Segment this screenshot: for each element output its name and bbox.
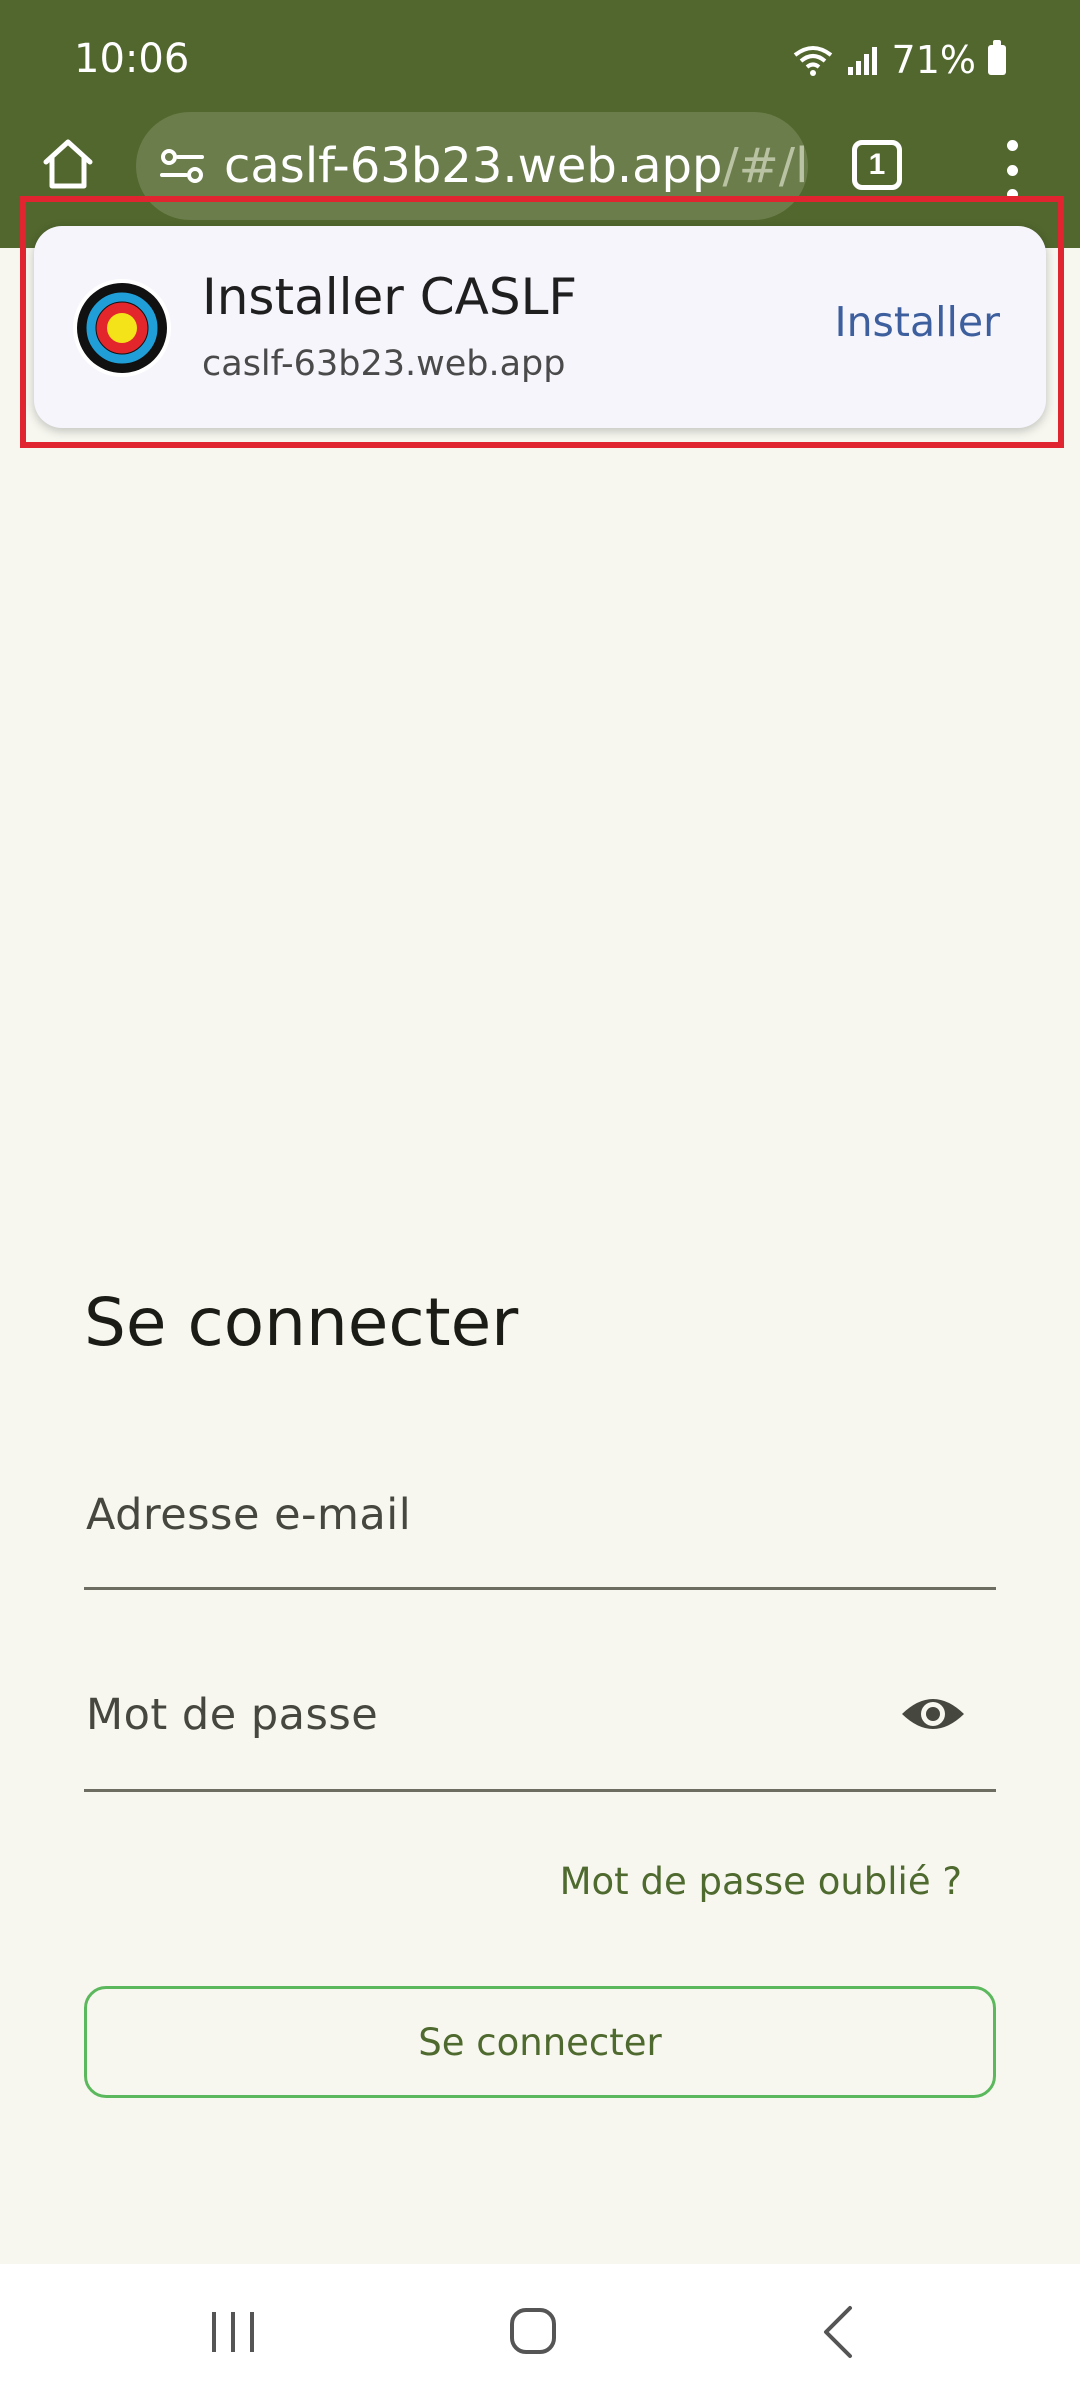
target-logo-icon	[73, 279, 171, 377]
install-app-banner: Installer CASLF caslf-63b23.web.app Inst…	[34, 226, 1046, 428]
password-label: Mot de passe	[86, 1690, 379, 1740]
install-subtitle: caslf-63b23.web.app	[202, 344, 566, 384]
page-title: Se connecter	[84, 1284, 519, 1361]
home-button[interactable]	[38, 134, 98, 194]
url-path: /#/l	[722, 138, 809, 194]
signal-icon	[847, 47, 877, 75]
site-settings-icon[interactable]	[158, 142, 206, 190]
wifi-icon	[793, 46, 832, 76]
email-field[interactable]: Adresse e-mail	[84, 1470, 996, 1590]
menu-dot	[1006, 189, 1018, 200]
url-domain: caslf-63b23.web.app	[224, 138, 723, 194]
install-title: Installer CASLF	[202, 268, 578, 326]
tab-switcher-button[interactable]: 1	[852, 140, 902, 190]
home-icon	[43, 139, 93, 189]
menu-dot	[1006, 140, 1018, 151]
browser-toolbar: 10:06 71% caslf-63b23.web.app/#/l 1	[0, 0, 1080, 248]
eye-icon[interactable]	[900, 1692, 966, 1736]
forgot-password-link[interactable]: Mot de passe oublié ?	[560, 1860, 962, 1903]
url-bar[interactable]: caslf-63b23.web.app/#/l	[136, 112, 808, 220]
status-icons: 71%	[792, 36, 1006, 84]
password-field[interactable]: Mot de passe	[84, 1670, 996, 1792]
status-time: 10:06	[74, 36, 190, 82]
install-button[interactable]: Installer	[834, 298, 1000, 346]
battery-percent: 71%	[891, 38, 976, 82]
email-label: Adresse e-mail	[86, 1490, 412, 1540]
recents-icon[interactable]	[208, 2308, 258, 2356]
menu-dot	[1006, 164, 1018, 176]
battery-icon	[988, 40, 1006, 75]
nav-home-icon[interactable]	[508, 2304, 558, 2358]
back-icon[interactable]	[818, 2304, 858, 2360]
browser-menu-button[interactable]	[992, 140, 1032, 200]
login-button[interactable]: Se connecter	[84, 1986, 996, 2098]
url-text[interactable]: caslf-63b23.web.app/#/l	[224, 138, 808, 194]
system-navigation-bar	[0, 2264, 1080, 2400]
